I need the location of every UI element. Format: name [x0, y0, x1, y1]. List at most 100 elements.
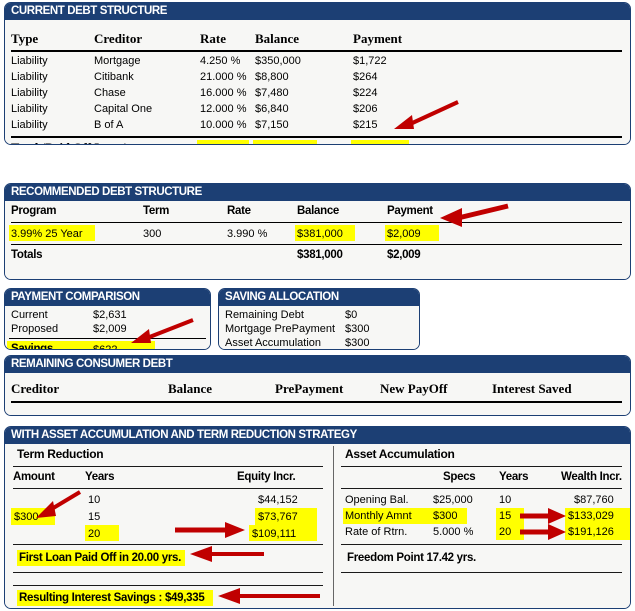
strategy-body: Term Reduction Amount Years Equity Incr.…: [5, 444, 630, 608]
asset-accumulation-wealth-10: $87,760: [574, 494, 614, 506]
table-row-balance: $6,840: [255, 103, 289, 115]
table-row-payment: $2,009: [387, 228, 421, 240]
table-row-rate: 12.000 %: [200, 103, 247, 115]
header-rule: [11, 401, 622, 403]
remaining-consumer-debt-title: REMAINING CONSUMER DEBT: [5, 356, 630, 373]
asset-accumulation-wealth-20: $191,126: [568, 526, 614, 538]
saving-allocation-label-remaining-debt: Remaining Debt: [225, 309, 304, 321]
term-reduction-rule-2: [13, 544, 323, 545]
table-row-payment: $215: [353, 119, 378, 131]
current-debt-structure-body: Type Creditor Rate Balance Payment Liabi…: [5, 20, 630, 144]
saving-allocation-label-asset-accumulation: Asset Accumulation: [225, 337, 321, 349]
col-header-amount: Amount: [13, 471, 55, 483]
table-row-balance: $7,150: [255, 119, 289, 131]
col-header-prepayment: PrePayment: [275, 381, 344, 396]
term-reduction-years-15: 15: [88, 511, 101, 523]
col-header-interest-saved: Interest Saved: [492, 381, 572, 396]
asset-accumulation-top-rule: [341, 466, 622, 467]
table-row-rate: 21.000 %: [200, 71, 247, 83]
table-row-type: Liability: [11, 55, 48, 67]
col-header-balance: Balance: [168, 381, 213, 396]
saving-allocation-title: SAVING ALLOCATION: [219, 289, 419, 306]
totals-label: Totals: [11, 249, 43, 261]
saving-allocation-value-remaining-debt: $0: [345, 309, 358, 321]
term-reduction-equity-20: $109,111: [252, 528, 297, 540]
table-row-program: 3.99% 25 Year: [11, 228, 83, 240]
total-rate: 5.116 %: [200, 143, 240, 144]
savings-label: Savings: [11, 343, 54, 350]
table-row-rate: 3.990 %: [227, 228, 268, 240]
asset-accumulation-rule-3: [341, 572, 622, 573]
header-rule: [11, 222, 622, 223]
col-header-creditor: Creditor: [94, 31, 143, 46]
col-header-payment: Payment: [353, 31, 403, 46]
saving-allocation-value-mortgage-prepayment: $300: [345, 323, 370, 335]
term-reduction-equity-10: $44,152: [258, 494, 298, 506]
term-reduction-rule-3: [13, 572, 323, 573]
table-row-term: 300: [143, 228, 162, 240]
table-row-payment: $224: [353, 87, 378, 99]
term-reduction-amount: $300: [14, 511, 39, 523]
col-header-equity-incr: Equity Incr.: [237, 471, 296, 483]
payment-comparison-value-proposed: $2,009: [93, 323, 127, 335]
asset-accumulation-header-rule: [341, 488, 622, 489]
remaining-consumer-debt-panel: REMAINING CONSUMER DEBT Creditor Balance…: [4, 355, 631, 416]
saving-allocation-panel: SAVING ALLOCATION Remaining Debt $0 Mort…: [218, 288, 420, 350]
term-reduction-years-20: 20: [88, 528, 101, 540]
asset-accumulation-label-monthly-amnt: Monthly Amnt: [345, 510, 412, 522]
col-header-years: Years: [85, 471, 115, 483]
col-header-term: Term: [143, 205, 170, 217]
payment-comparison-label-proposed: Proposed: [11, 323, 59, 335]
table-row-creditor: Capital One: [94, 103, 153, 115]
table-row-balance: $350,000: [255, 55, 301, 67]
asset-accumulation-years-15: 15: [499, 510, 512, 522]
col-header-balance: Balance: [255, 31, 300, 46]
table-row-payment: $264: [353, 71, 378, 83]
col-header-program: Program: [11, 205, 57, 217]
table-row-type: Liability: [11, 71, 48, 83]
col-header-balance: Balance: [297, 205, 340, 217]
saving-allocation-label-mortgage-prepayment: Mortgage PrePayment: [225, 323, 336, 335]
payment-comparison-body: Current $2,631 Proposed $2,009 Savings $…: [5, 306, 210, 350]
asset-accumulation-label-rate-of-rtrn: Rate of Rtrn.: [345, 526, 408, 538]
asset-accumulation-subtitle: Asset Accumulation: [345, 447, 455, 461]
table-row-balance: $381,000: [297, 228, 343, 240]
payment-comparison-panel: PAYMENT COMPARISON Current $2,631 Propos…: [4, 288, 211, 350]
payment-comparison-label-current: Current: [11, 309, 48, 321]
term-reduction-rule-4: [13, 585, 323, 586]
col-header-payment: Payment: [387, 205, 433, 217]
remaining-consumer-debt-body: Creditor Balance PrePayment New PayOff I…: [5, 373, 630, 415]
asset-accumulation-specs-monthly-amnt: $300: [433, 510, 458, 522]
term-reduction-subtitle: Term Reduction: [17, 447, 104, 461]
totals-balance: $381,000: [297, 249, 343, 261]
saving-allocation-value-asset-accumulation: $300: [345, 337, 370, 349]
table-row-type: Liability: [11, 103, 48, 115]
total-payment: $2,631: [353, 143, 387, 144]
header-rule: [11, 50, 622, 52]
first-loan-paid-off-note: First Loan Paid Off in 20.00 yrs.: [19, 552, 182, 564]
asset-accumulation-specs-rate-of-rtrn: 5.000 %: [433, 526, 474, 538]
term-reduction-years-10: 10: [88, 494, 101, 506]
saving-allocation-body: Remaining Debt $0 Mortgage PrePayment $3…: [219, 306, 419, 349]
asset-accumulation-specs-opening-bal: $25,000: [433, 494, 473, 506]
strategy-panel: WITH ASSET ACCUMULATION AND TERM REDUCTI…: [4, 426, 631, 609]
table-row-rate: 10.000 %: [200, 119, 247, 131]
asset-accumulation-years-10: 10: [499, 494, 512, 506]
table-row-type: Liability: [11, 87, 48, 99]
freedom-point-note: Freedom Point 17.42 yrs.: [347, 552, 476, 564]
term-reduction-equity-15: $73,767: [258, 511, 298, 523]
col-header-rate: Rate: [200, 31, 226, 46]
current-debt-structure-panel: CURRENT DEBT STRUCTURE Type Creditor Rat…: [4, 2, 631, 145]
payment-comparison-value-current: $2,631: [93, 309, 127, 321]
term-reduction-header-rule: [13, 488, 323, 489]
total-balance: $380,270: [255, 143, 301, 144]
totals-payment: $2,009: [387, 249, 421, 261]
table-row-creditor: Citibank: [94, 71, 134, 83]
strategy-title: WITH ASSET ACCUMULATION AND TERM REDUCTI…: [5, 427, 630, 444]
col-header-type: Type: [11, 31, 39, 46]
table-row-type: Liability: [11, 119, 48, 131]
col-header-rate: Rate: [227, 205, 251, 217]
table-row-creditor: B of A: [94, 119, 124, 131]
savings-rule: [9, 338, 206, 339]
asset-accumulation-label-opening-bal: Opening Bal.: [345, 494, 409, 506]
